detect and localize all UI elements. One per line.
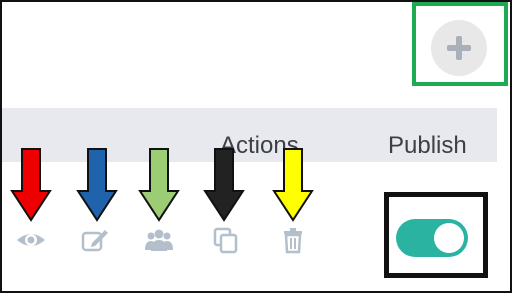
plus-icon [447,36,471,60]
copy-icon[interactable] [210,226,242,254]
add-button-highlight [412,2,508,86]
red-annotation-arrow [10,148,52,222]
publish-column-header: Publish [388,132,467,159]
users-icon[interactable] [143,226,175,254]
publish-toggle[interactable] [396,219,468,257]
toggle-knob [434,223,464,253]
blue-annotation-arrow [76,148,118,222]
edit-icon[interactable] [79,226,111,254]
black-annotation-arrow [203,148,245,222]
eye-icon[interactable] [15,226,47,254]
trash-icon[interactable] [277,226,309,254]
yellow-annotation-arrow [272,148,314,222]
add-button[interactable] [431,20,487,76]
publish-toggle-highlight [384,192,488,278]
green-annotation-arrow [138,148,180,222]
